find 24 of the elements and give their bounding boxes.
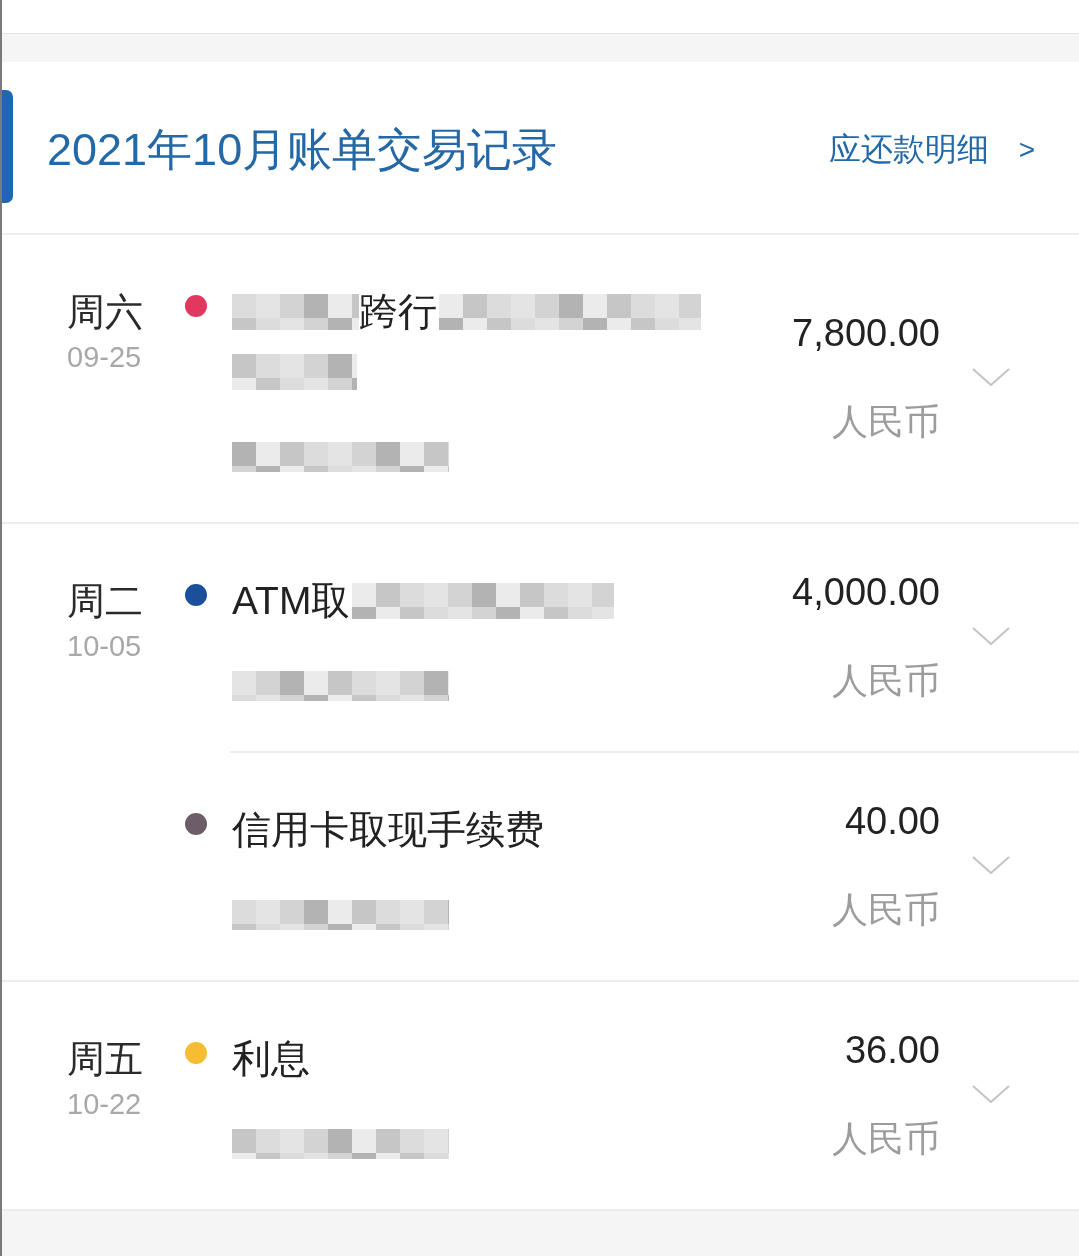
date-label: 10-05: [67, 629, 143, 664]
amount-value: 36.00: [844, 1029, 940, 1070]
transaction-title: 信用卡取现手续费: [232, 807, 544, 853]
statement-title: 2021年10月账单交易记录: [47, 122, 558, 177]
currency-label: 人民币: [832, 1118, 940, 1159]
currency-label: 人民币: [832, 401, 940, 442]
amount-value: 4,000.00: [792, 571, 940, 612]
date-label: 09-25: [67, 340, 143, 375]
weekday-label: 周二: [67, 579, 144, 624]
transaction-title: 跨行: [359, 289, 437, 335]
transaction-title: ATM取: [232, 578, 351, 624]
repayment-details-link[interactable]: 应还款明细 >: [828, 127, 1035, 172]
amount-value: 40.00: [844, 800, 940, 841]
transaction-title: 利息: [232, 1036, 310, 1082]
weekday-label: 周六: [67, 290, 144, 335]
date-label: 10-22: [67, 1087, 143, 1122]
chevron-down-icon[interactable]: [972, 1085, 1010, 1103]
currency-label: 人民币: [832, 660, 940, 701]
weekday-label: 周五: [67, 1037, 144, 1082]
chevron-down-icon[interactable]: [972, 627, 1010, 645]
currency-label: 人民币: [832, 889, 940, 930]
amount-value: 7,800.00: [792, 312, 940, 353]
chevron-down-icon[interactable]: [972, 856, 1010, 874]
chevron-down-icon[interactable]: [972, 368, 1010, 386]
